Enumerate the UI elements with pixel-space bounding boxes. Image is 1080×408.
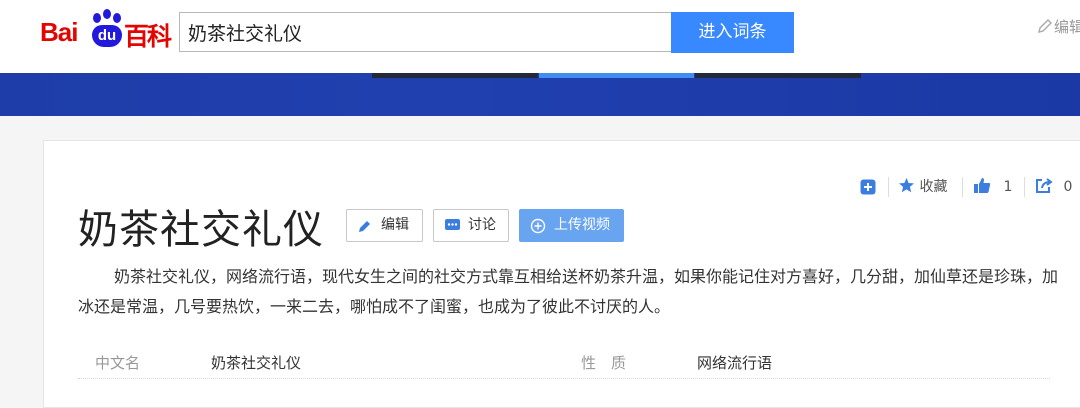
logo-du-text: du xyxy=(92,25,122,47)
header-edit-label: 编辑 xyxy=(1054,18,1080,36)
pencil-icon xyxy=(359,221,370,232)
info-label-chinese-name: 中文名 xyxy=(95,354,141,372)
favorite-button[interactable]: 收藏 xyxy=(898,175,956,199)
plus-circle-icon xyxy=(530,218,546,234)
info-divider xyxy=(78,378,1050,379)
nav-band xyxy=(0,73,1080,116)
logo-baike-text: 百科 xyxy=(124,22,172,51)
add-to-list-button[interactable] xyxy=(860,175,878,199)
entry-summary: 奶茶社交礼仪，网络流行语，现代女生之间的社交方式靠互相给送杯奶茶升温，如果你能记… xyxy=(78,267,1059,316)
edit-button[interactable]: 编辑 xyxy=(346,209,423,242)
divider xyxy=(1024,177,1025,197)
discuss-button-label: 讨论 xyxy=(468,217,496,233)
top-header: Bai du 百科 进入词条 编辑 xyxy=(0,0,1080,75)
info-value-nature: 网络流行语 xyxy=(697,354,773,372)
thumbs-up-icon xyxy=(974,178,991,193)
info-label-nature: 性 质 xyxy=(581,354,627,372)
baike-logo[interactable]: Bai du 百科 xyxy=(40,5,172,55)
header-edit-link[interactable]: 编辑 xyxy=(1036,16,1080,38)
divider xyxy=(962,177,963,197)
upload-video-button[interactable]: 上传视频 xyxy=(519,209,624,242)
nav-tab-active[interactable] xyxy=(539,73,694,78)
info-value-chinese-name: 奶茶社交礼仪 xyxy=(211,354,302,372)
share-icon xyxy=(1036,178,1053,193)
discuss-button[interactable]: 讨论 xyxy=(433,209,509,242)
search-input[interactable] xyxy=(179,12,672,52)
edit-button-label: 编辑 xyxy=(381,217,409,233)
like-count: 1 xyxy=(1003,179,1013,195)
chat-icon xyxy=(445,219,460,230)
like-button[interactable]: 1 xyxy=(973,175,1015,199)
nav-tab[interactable] xyxy=(372,73,538,78)
enter-entry-button[interactable]: 进入词条 xyxy=(671,12,794,53)
star-icon xyxy=(899,178,914,193)
logo-bai-text: Bai xyxy=(40,17,78,47)
share-count: 0 xyxy=(1063,179,1073,195)
upload-video-label: 上传视频 xyxy=(554,217,610,233)
pencil-icon xyxy=(1038,19,1052,33)
share-button[interactable]: 0 xyxy=(1035,175,1075,199)
nav-tab[interactable] xyxy=(695,73,861,78)
entry-title: 奶茶社交礼仪 xyxy=(78,207,324,253)
plus-square-icon xyxy=(860,179,876,195)
divider xyxy=(888,177,889,197)
favorite-label: 收藏 xyxy=(919,179,948,195)
